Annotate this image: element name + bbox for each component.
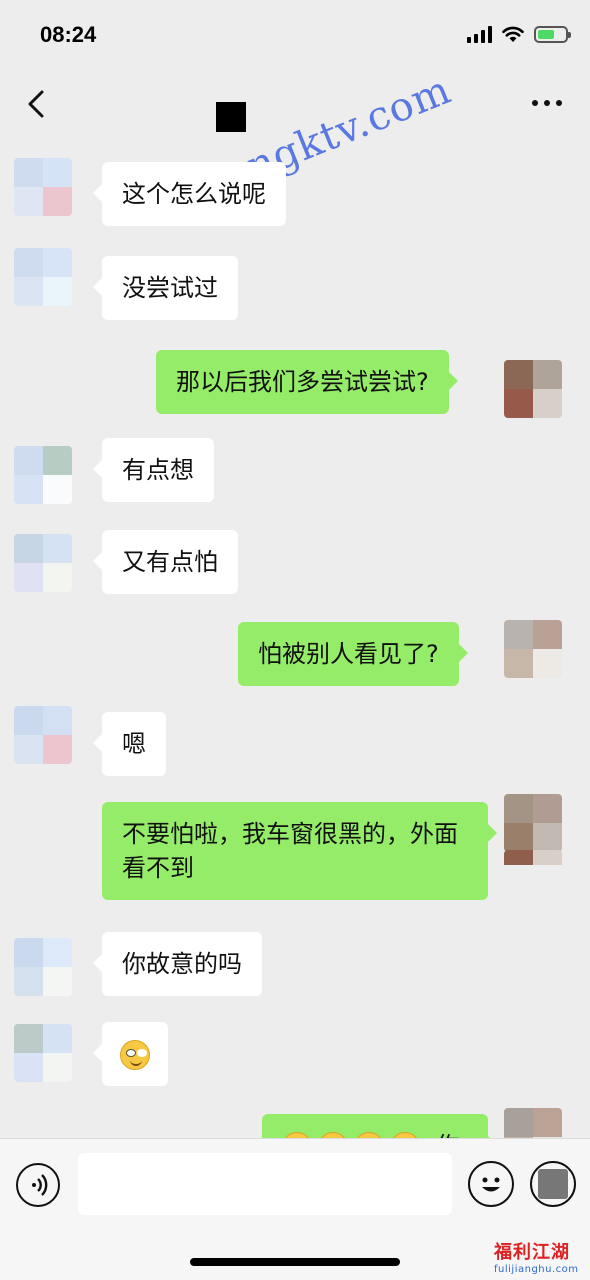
incoming-message[interactable]: 又有点怕 xyxy=(93,530,238,594)
user-avatar-lower xyxy=(504,850,562,880)
incoming-message[interactable] xyxy=(93,1022,168,1086)
incoming-message[interactable]: 有点想 xyxy=(93,438,214,502)
outgoing-message[interactable]: 不要怕啦，我车窗很黑的，外面看不到 xyxy=(102,802,497,900)
emoji-button[interactable] xyxy=(468,1161,514,1207)
message-text: 不要怕啦，我车窗很黑的，外面看不到 xyxy=(122,820,458,882)
contact-avatar[interactable] xyxy=(14,248,72,306)
message-text: 有点想 xyxy=(122,456,194,484)
chat-message-list[interactable]: 这个怎么说呢 没尝试过 那以后我们多尝试尝试? 有点想 又有点怕 怕被别人看见了… xyxy=(0,138,590,1138)
user-avatar[interactable] xyxy=(504,794,562,852)
message-text: 又有点怕 xyxy=(122,548,218,576)
more-options-icon[interactable] xyxy=(532,100,562,106)
site-logo: 福利江湖 fulijianghu.com xyxy=(494,1238,579,1275)
contact-avatar[interactable] xyxy=(14,158,72,216)
plus-icon xyxy=(538,1169,568,1199)
voice-wave-icon xyxy=(32,1174,48,1196)
back-chevron-icon[interactable] xyxy=(20,86,56,122)
smiling-glasses-emoji-icon xyxy=(120,1040,150,1070)
message-text: 你故意的吗 xyxy=(122,950,242,978)
outgoing-message[interactable]: 那以后我们多尝试尝试? xyxy=(156,350,458,414)
user-avatar[interactable] xyxy=(504,1108,562,1138)
wifi-icon xyxy=(502,26,524,42)
message-text: 没尝试过 xyxy=(122,274,218,302)
contact-avatar[interactable] xyxy=(14,534,72,592)
incoming-message[interactable]: 这个怎么说呢 xyxy=(93,162,286,226)
status-icons xyxy=(467,25,571,43)
voice-input-button[interactable] xyxy=(16,1163,60,1207)
message-text: 这个怎么说呢 xyxy=(122,180,266,208)
message-input[interactable] xyxy=(78,1153,452,1215)
cellular-signal-icon xyxy=(467,25,492,43)
incoming-message[interactable]: 嗯 xyxy=(93,712,166,776)
user-avatar[interactable] xyxy=(504,620,562,678)
chat-title-redacted xyxy=(216,102,246,132)
outgoing-message[interactable]: 怕被别人看见了? xyxy=(238,622,468,686)
smiley-face-icon xyxy=(482,1177,500,1192)
contact-avatar[interactable] xyxy=(14,1024,72,1082)
nav-bar xyxy=(0,72,590,138)
logo-main-text: 福利江湖 xyxy=(494,1242,570,1263)
contact-avatar[interactable] xyxy=(14,938,72,996)
message-text: 怕被别人看见了? xyxy=(258,640,439,668)
status-bar: 08:24 xyxy=(0,0,590,72)
contact-avatar[interactable] xyxy=(14,446,72,504)
status-time: 08:24 xyxy=(40,22,97,47)
more-actions-button[interactable] xyxy=(530,1161,576,1207)
user-avatar[interactable] xyxy=(504,360,562,418)
outgoing-message[interactable]: 作猪 xyxy=(262,1114,497,1138)
home-indicator xyxy=(190,1258,400,1266)
logo-sub-text: fulijianghu.com xyxy=(494,1264,579,1275)
incoming-message[interactable]: 没尝试过 xyxy=(93,256,238,320)
message-text: 嗯 xyxy=(122,730,146,758)
battery-icon xyxy=(534,25,571,43)
contact-avatar[interactable] xyxy=(14,706,72,764)
message-text: 那以后我们多尝试尝试? xyxy=(176,368,429,396)
incoming-message[interactable]: 你故意的吗 xyxy=(93,932,262,996)
